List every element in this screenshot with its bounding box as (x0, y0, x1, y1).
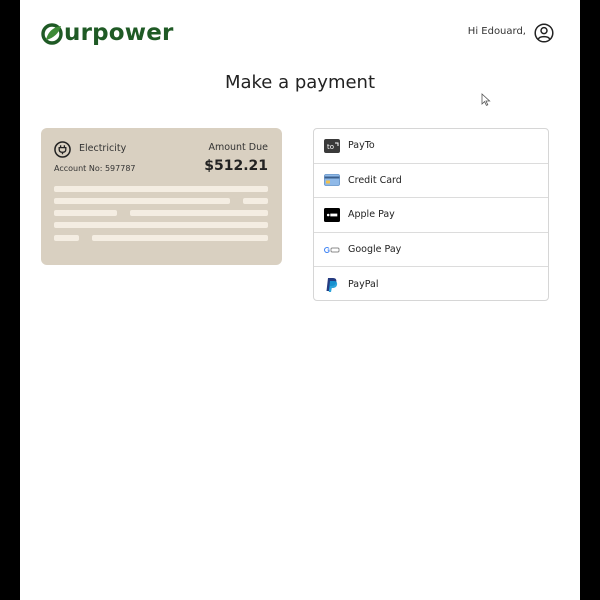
placeholder-line (243, 198, 268, 204)
credit-card-icon (324, 172, 340, 188)
apple-pay-icon (324, 207, 340, 223)
placeholder-line (54, 186, 268, 192)
google-pay-icon (324, 242, 340, 258)
payment-option-label: Google Pay (348, 244, 402, 256)
payment-option-google-pay[interactable]: Google Pay (314, 233, 548, 268)
amount-due-label: Amount Due (208, 142, 268, 153)
placeholder-line (92, 235, 268, 241)
payment-options-list: to PayTo Credit Card Apple Pay Google Pa… (313, 128, 549, 301)
payment-option-apple-pay[interactable]: Apple Pay (314, 198, 548, 233)
payment-option-paypal[interactable]: PayPal (314, 267, 548, 302)
placeholder-line (54, 210, 117, 216)
payment-option-credit-card[interactable]: Credit Card (314, 164, 548, 199)
placeholder-line (54, 235, 79, 241)
payment-option-label: Apple Pay (348, 209, 395, 221)
mouse-cursor-icon (481, 93, 491, 106)
user-avatar-icon[interactable] (534, 23, 554, 43)
user-greeting: Hi Edouard, (467, 26, 526, 37)
payment-option-payto[interactable]: to PayTo (314, 129, 548, 164)
bill-summary-card: Electricity Account No: 597787 Amount Du… (41, 128, 282, 265)
leaf-o-icon (41, 23, 63, 45)
logo-text: urpower (64, 20, 174, 46)
paypal-icon (324, 277, 340, 293)
payto-icon: to (324, 138, 340, 154)
account-number: Account No: 597787 (54, 164, 136, 173)
app-page: urpower Hi Edouard, Make a payment Elect… (20, 0, 580, 600)
placeholder-line (54, 222, 268, 228)
svg-text:to: to (327, 143, 334, 151)
ourpower-logo[interactable]: urpower (40, 18, 174, 48)
amount-due-value: $512.21 (204, 158, 268, 174)
placeholder-line (54, 198, 230, 204)
payment-option-label: PayTo (348, 140, 375, 152)
payment-option-label: Credit Card (348, 174, 402, 186)
page-title: Make a payment (224, 72, 376, 93)
placeholder-line (130, 210, 268, 216)
plug-icon (54, 141, 71, 158)
bill-type: Electricity (79, 143, 127, 154)
payment-option-label: PayPal (348, 279, 379, 291)
